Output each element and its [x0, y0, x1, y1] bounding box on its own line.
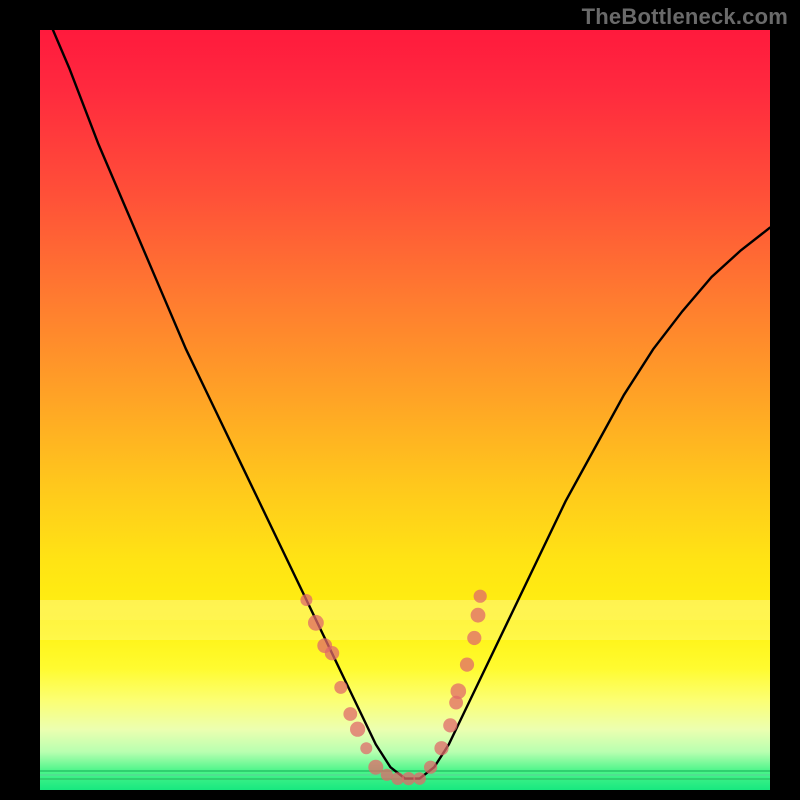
- data-dot: [413, 772, 426, 785]
- data-dot: [308, 615, 324, 631]
- data-dot: [424, 761, 437, 774]
- data-dot: [474, 590, 487, 603]
- data-dot: [300, 594, 312, 606]
- data-dot: [434, 741, 448, 755]
- plot-area: [40, 30, 770, 790]
- chart-frame: TheBottleneck.com: [0, 0, 800, 800]
- data-dot: [325, 646, 339, 660]
- data-dot: [460, 658, 474, 672]
- data-dot: [343, 707, 357, 721]
- data-dot: [360, 742, 372, 754]
- data-dot: [467, 631, 481, 645]
- chart-svg: [40, 30, 770, 790]
- data-dot: [402, 772, 415, 785]
- data-dot: [471, 608, 486, 623]
- bottleneck-curve: [40, 30, 770, 779]
- data-dots: [300, 590, 486, 786]
- watermark-text: TheBottleneck.com: [582, 4, 788, 30]
- data-dot: [381, 769, 393, 781]
- data-dot: [443, 718, 457, 732]
- data-dot: [368, 760, 383, 775]
- data-dot: [451, 683, 467, 699]
- data-dot: [350, 722, 365, 737]
- data-dot: [334, 681, 347, 694]
